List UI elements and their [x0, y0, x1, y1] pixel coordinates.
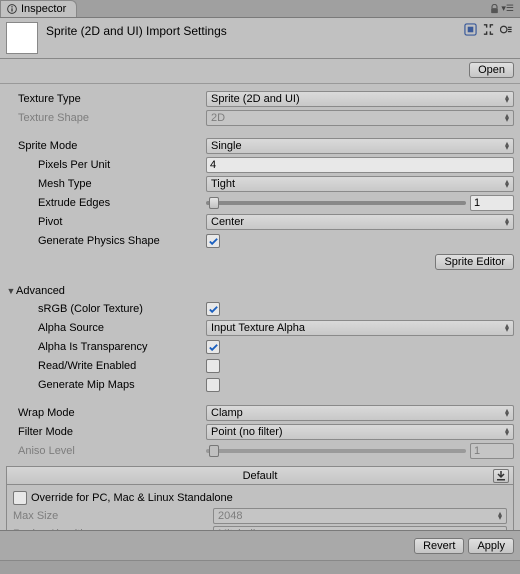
filter-mode-select[interactable]: Point (no filter)▴▾: [206, 424, 514, 440]
info-icon: [7, 4, 17, 14]
srgb-checkbox[interactable]: [206, 302, 220, 316]
override-checkbox[interactable]: [13, 491, 27, 505]
extrude-label: Extrude Edges: [6, 197, 206, 209]
gen-physics-label: Generate Physics Shape: [6, 235, 206, 247]
preset-icon[interactable]: [481, 22, 496, 37]
apply-button[interactable]: Apply: [468, 538, 514, 554]
alpha-source-label: Alpha Source: [6, 322, 206, 334]
open-button[interactable]: Open: [469, 62, 514, 78]
max-size-select: 2048▴▾: [213, 508, 507, 524]
titlebar: Inspector ▾☰: [0, 0, 520, 18]
tab-label: Inspector: [21, 3, 66, 15]
platform-tab[interactable]: Default: [7, 467, 513, 485]
pivot-label: Pivot: [6, 216, 206, 228]
texture-shape-label: Texture Shape: [6, 112, 206, 124]
gen-physics-checkbox[interactable]: [206, 234, 220, 248]
sprite-mode-label: Sprite Mode: [6, 140, 206, 152]
max-size-label: Max Size: [13, 510, 213, 522]
read-write-label: Read/Write Enabled: [6, 360, 206, 372]
pivot-select[interactable]: Center▴▾: [206, 214, 514, 230]
foldout-arrow-icon: ▼: [6, 286, 16, 296]
lock-icon[interactable]: [490, 4, 499, 14]
footer: Revert Apply: [0, 530, 520, 560]
ppu-label: Pixels Per Unit: [6, 159, 206, 171]
gen-mip-checkbox[interactable]: [206, 378, 220, 392]
download-icon[interactable]: [493, 469, 509, 483]
aniso-slider: [206, 443, 466, 459]
texture-shape-select: 2D▴▾: [206, 110, 514, 126]
sprite-mode-select[interactable]: Single▴▾: [206, 138, 514, 154]
texture-type-label: Texture Type: [6, 93, 206, 105]
status-strip: [0, 560, 520, 574]
sprite-editor-button[interactable]: Sprite Editor: [435, 254, 514, 270]
mesh-type-label: Mesh Type: [6, 178, 206, 190]
context-menu-icon[interactable]: ▾☰: [501, 3, 514, 14]
advanced-foldout[interactable]: ▼ Advanced: [6, 282, 514, 300]
inspector-tab[interactable]: Inspector: [0, 0, 77, 17]
asset-bundle-icon[interactable]: [463, 22, 478, 37]
extrude-slider[interactable]: [206, 195, 466, 211]
alpha-source-select[interactable]: Input Texture Alpha▴▾: [206, 320, 514, 336]
ppu-input[interactable]: [206, 157, 514, 173]
aniso-label: Aniso Level: [6, 445, 206, 457]
alpha-trans-checkbox[interactable]: [206, 340, 220, 354]
filter-mode-label: Filter Mode: [6, 426, 206, 438]
resize-select: Mitchell▴▾: [213, 526, 507, 530]
read-write-checkbox[interactable]: [206, 359, 220, 373]
asset-title: Sprite (2D and UI) Import Settings: [46, 22, 463, 38]
override-label: Override for PC, Mac & Linux Standalone: [31, 492, 233, 504]
texture-type-select[interactable]: Sprite (2D and UI)▴▾: [206, 91, 514, 107]
asset-thumbnail: [6, 22, 38, 54]
mesh-type-select[interactable]: Tight▴▾: [206, 176, 514, 192]
extrude-input[interactable]: [470, 195, 514, 211]
wrap-mode-select[interactable]: Clamp▴▾: [206, 405, 514, 421]
wrap-mode-label: Wrap Mode: [6, 407, 206, 419]
srgb-label: sRGB (Color Texture): [6, 303, 206, 315]
revert-button[interactable]: Revert: [414, 538, 464, 554]
alpha-trans-label: Alpha Is Transparency: [6, 341, 206, 353]
platform-panel: Default Override for PC, Mac & Linux Sta…: [6, 466, 514, 530]
help-icon[interactable]: [499, 22, 514, 37]
aniso-input: [470, 443, 514, 459]
gen-mip-label: Generate Mip Maps: [6, 379, 206, 391]
header: Sprite (2D and UI) Import Settings: [0, 18, 520, 59]
